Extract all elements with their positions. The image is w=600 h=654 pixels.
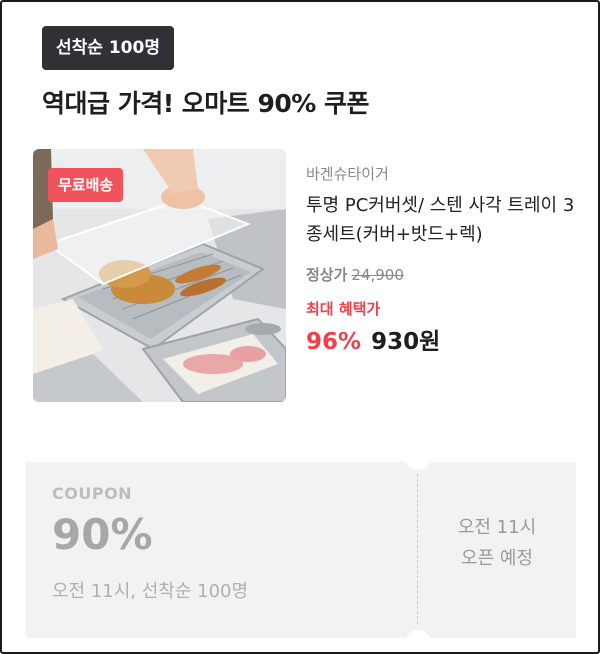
final-price: 96% 930원 (306, 322, 440, 356)
discount-percent: 96% (306, 329, 362, 355)
product-name[interactable]: 투명 PC커버셋/ 스텐 사각 트레이 3종세트(커버+밧드+렉) (306, 191, 576, 249)
brand-name: 바겐슈타이거 (306, 165, 389, 183)
promo-title: 역대급 가격! 오마트 90% 쿠폰 (42, 89, 370, 118)
final-price-value: 930원 (371, 329, 441, 355)
coupon-divider (417, 474, 418, 624)
max-benefit-label: 최대 혜택가 (306, 300, 381, 318)
coupon-label: COUPON (52, 484, 133, 503)
list-price-value: 24,900 (351, 266, 404, 284)
coupon-description: 오전 11시, 선착순 100명 (52, 581, 249, 602)
list-price: 정상가 24,900 (306, 264, 404, 285)
free-shipping-badge: 무료배송 (48, 168, 124, 202)
coupon-open-label: 오픈 예정 (461, 548, 533, 569)
coupon-open-time: 오전 11시 (457, 517, 537, 538)
coupon-open-status[interactable]: 오전 11시 오픈 예정 (432, 512, 562, 574)
list-price-label: 정상가 (306, 266, 348, 284)
first-come-badge: 선착순 100명 (42, 26, 174, 70)
coupon-value: 90% (52, 510, 153, 559)
